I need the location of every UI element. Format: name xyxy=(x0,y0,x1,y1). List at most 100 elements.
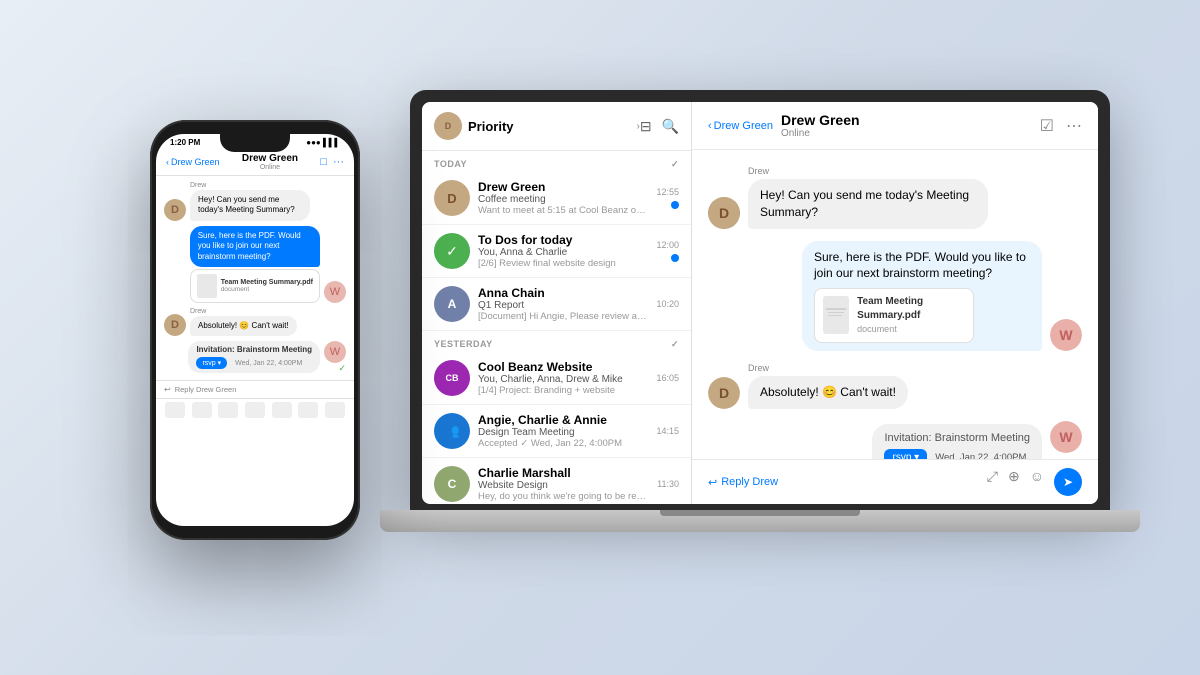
phone-header: ‹ Drew Green Drew Green Online □ ··· xyxy=(156,149,354,176)
conv-item-cool-beanz[interactable]: CB Cool Beanz Website You, Charlie, Anna… xyxy=(422,352,691,405)
phone-sender-label-1: Drew xyxy=(190,182,310,189)
today-checkmark: ✓ xyxy=(671,159,679,170)
todos-meta: 12:00 xyxy=(656,240,679,262)
todos-name: To Dos for today xyxy=(478,233,648,247)
chat-checklist-icon[interactable]: ☑ xyxy=(1040,116,1054,136)
drew-green-name: Drew Green xyxy=(478,180,648,194)
angie-time: 14:15 xyxy=(656,426,679,436)
cool-beanz-info: Cool Beanz Website You, Charlie, Anna, D… xyxy=(478,360,648,396)
filter-icon[interactable]: ⊟ xyxy=(640,118,652,135)
phone-drew-avatar-2: D xyxy=(164,314,186,336)
phone-contact-info: Drew Green Online xyxy=(220,153,321,171)
charlie-time: 11:30 xyxy=(657,479,679,489)
phone-location-icon[interactable] xyxy=(272,402,292,418)
cool-beanz-meta: 16:05 xyxy=(656,373,679,383)
laptop-bezel: D Priority › ⊟ 🔍 TODAY ✓ xyxy=(410,90,1110,510)
expand-icon[interactable]: ⤢ xyxy=(987,468,998,496)
angie-preview: Accepted ✓ Wed, Jan 22, 4:00PM xyxy=(478,438,648,449)
conv-item-drew-green[interactable]: D Drew Green Coffee meeting Want to meet… xyxy=(422,172,691,225)
priority-label[interactable]: Priority xyxy=(468,119,634,134)
chat-contact-name: Drew Green xyxy=(781,112,1040,128)
conv-item-todos[interactable]: ✓ To Dos for today You, Anna & Charlie [… xyxy=(422,225,691,278)
charlie-info: Charlie Marshall Website Design Hey, do … xyxy=(478,466,649,502)
phone-more-icon[interactable]: ··· xyxy=(333,156,344,168)
phone-photo-icon[interactable] xyxy=(192,402,212,418)
chat-bubble-sent-1: Sure, here is the PDF. Would you like to… xyxy=(802,241,1042,351)
conv-item-anna[interactable]: A Anna Chain Q1 Report [Document] Hi Ang… xyxy=(422,278,691,331)
phone-rsvp-button[interactable]: rsvp ▾ xyxy=(196,357,227,369)
phone-device: 1:20 PM ●●● ▌▌▌ ‹ Drew Green Drew Green … xyxy=(150,120,360,540)
chat-contact-status: Online xyxy=(781,128,1040,139)
search-icon[interactable]: 🔍 xyxy=(662,118,679,135)
phone-bottom-bar: ↩ Reply Drew Green xyxy=(156,380,354,398)
chat-drew-avatar-2: D xyxy=(708,377,740,409)
chat-user-avatar-2: W xyxy=(1050,421,1082,453)
emoji-icon[interactable]: ☺ xyxy=(1030,468,1044,496)
angie-name: Angie, Charlie & Annie xyxy=(478,413,648,427)
cool-beanz-preview: [1/4] Project: Branding + website xyxy=(478,385,648,396)
chat-bubble-received-2: Absolutely! 😊 Can't wait! xyxy=(748,376,908,409)
phone-sent-checkmark: ✓ xyxy=(338,363,346,374)
charlie-avatar: C xyxy=(434,466,470,502)
anna-name: Anna Chain xyxy=(478,286,648,300)
phone-back-button[interactable]: ‹ Drew Green xyxy=(166,157,220,167)
phone-time: 1:20 PM xyxy=(170,138,200,147)
add-attachment-icon[interactable]: ⊕ xyxy=(1008,468,1020,496)
drew-green-preview: Want to meet at 5:15 at Cool Beanz on ..… xyxy=(478,205,648,216)
chat-more-icon[interactable]: ⋯ xyxy=(1066,116,1082,136)
chat-msg-received-1: D Drew Hey! Can you send me today's Meet… xyxy=(708,166,1082,229)
chat-header-icons: ☑ ⋯ xyxy=(1040,116,1082,136)
phone-message-sent-1: Sure, here is the PDF. Would you like to… xyxy=(164,226,346,303)
todos-info: To Dos for today You, Anna & Charlie [2/… xyxy=(478,233,648,269)
yesterday-checkmark: ✓ xyxy=(671,339,679,350)
todos-time: 12:00 xyxy=(656,240,679,250)
chat-rsvp-button[interactable]: rsvp ▾ xyxy=(884,449,927,459)
chat-reply-label: ↩ Reply Drew xyxy=(708,476,778,489)
send-button[interactable]: ➤ xyxy=(1054,468,1082,496)
reply-text[interactable]: Reply Drew xyxy=(721,476,778,488)
chat-msg-received-2: D Drew Absolutely! 😊 Can't wait! xyxy=(708,363,1082,409)
phone-messages: D Drew Hey! Can you send me today's Meet… xyxy=(156,176,354,380)
charlie-meta: 11:30 xyxy=(657,479,679,489)
phone-flash-icon[interactable] xyxy=(325,402,345,418)
cool-beanz-avatar: CB xyxy=(434,360,470,396)
charlie-name: Charlie Marshall xyxy=(478,466,649,480)
drew-green-subject: Coffee meeting xyxy=(478,194,648,205)
phone-link-icon[interactable] xyxy=(245,402,265,418)
phone-screen: 1:20 PM ●●● ▌▌▌ ‹ Drew Green Drew Green … xyxy=(156,134,354,526)
phone-gift-icon[interactable] xyxy=(298,402,318,418)
chat-doc-attachment: Team Meeting Summary.pdf document xyxy=(814,288,974,343)
chat-rsvp-bubble: Invitation: Brainstorm Meeting rsvp ▾ We… xyxy=(872,424,1042,459)
phone-reply-label[interactable]: Reply Drew Green xyxy=(175,385,237,394)
chat-drew-avatar-1: D xyxy=(708,197,740,229)
charlie-preview: Hey, do you think we're going to be read… xyxy=(478,491,649,502)
drew-green-meta: 12:55 xyxy=(656,187,679,209)
chat-doc-name: Team Meeting Summary.pdf xyxy=(857,295,965,323)
chat-back-button[interactable]: ‹ Drew Green xyxy=(708,120,773,132)
phone-sender-label-2: Drew xyxy=(190,308,297,315)
phone-rsvp-row: Invitation: Brainstorm Meeting rsvp ▾ We… xyxy=(164,341,346,374)
phone-online-status: Online xyxy=(220,164,321,171)
phone-audio-icon[interactable] xyxy=(218,402,238,418)
angie-subject: Design Team Meeting xyxy=(478,427,648,438)
conv-item-charlie[interactable]: C Charlie Marshall Website Design Hey, d… xyxy=(422,458,691,504)
phone-doc-type: document xyxy=(221,286,313,293)
chat-rsvp-actions: rsvp ▾ Wed, Jan 22, 4:00PM xyxy=(884,449,1030,459)
phone-drew-avatar: D xyxy=(164,199,186,221)
angie-avatar: 👥 xyxy=(434,413,470,449)
angie-meta: 14:15 xyxy=(656,426,679,436)
priority-avatar: D xyxy=(434,112,462,140)
conv-item-angie[interactable]: 👥 Angie, Charlie & Annie Design Team Mee… xyxy=(422,405,691,458)
anna-info: Anna Chain Q1 Report [Document] Hi Angie… xyxy=(478,286,648,322)
app-layout: D Priority › ⊟ 🔍 TODAY ✓ xyxy=(422,102,1098,504)
drew-green-avatar: D xyxy=(434,180,470,216)
chat-msg-sent-1: Sure, here is the PDF. Would you like to… xyxy=(708,241,1082,351)
laptop-device: D Priority › ⊟ 🔍 TODAY ✓ xyxy=(410,90,1110,550)
chat-rsvp-date: Wed, Jan 22, 4:00PM xyxy=(935,452,1026,459)
conv-panel-header: D Priority › ⊟ 🔍 xyxy=(422,102,691,151)
phone-doc-thumb xyxy=(197,274,217,298)
laptop-screen: D Priority › ⊟ 🔍 TODAY ✓ xyxy=(422,102,1098,504)
phone-video-icon[interactable]: □ xyxy=(320,156,327,168)
chat-back-label: Drew Green xyxy=(714,120,773,132)
phone-attach-icon[interactable] xyxy=(165,402,185,418)
